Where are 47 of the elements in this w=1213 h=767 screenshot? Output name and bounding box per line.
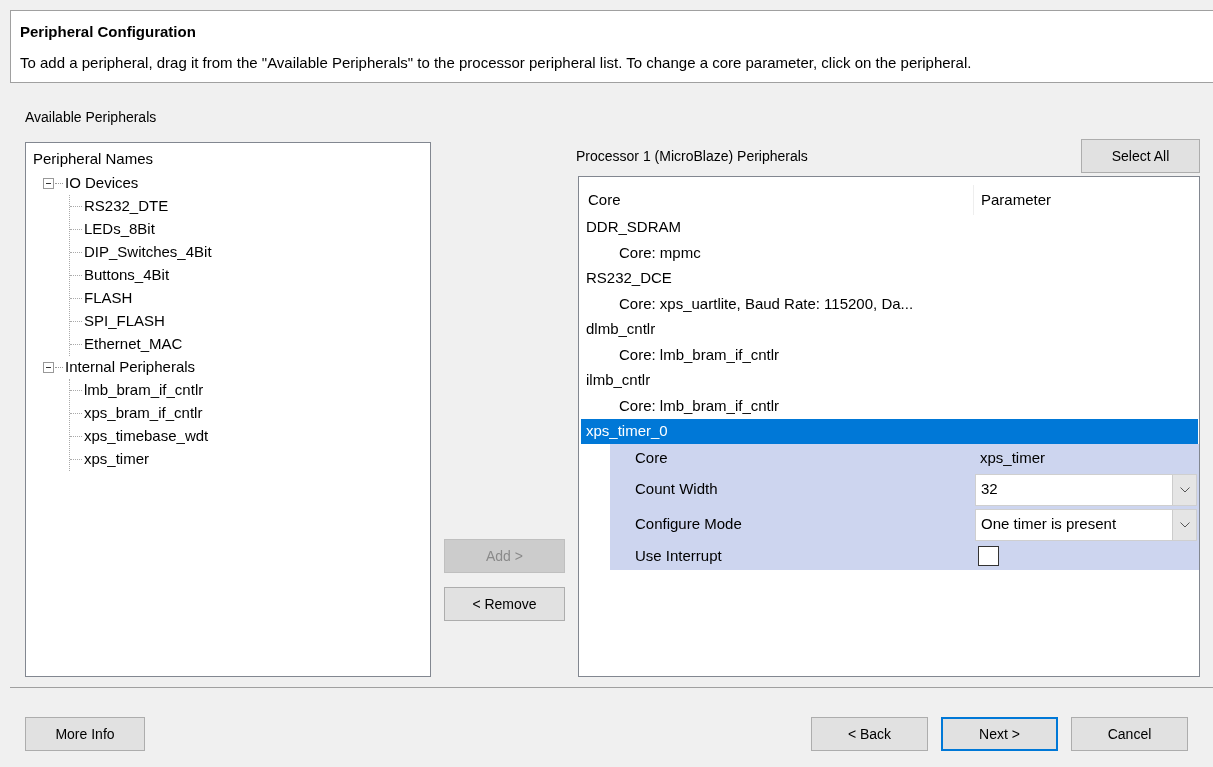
tree-item[interactable]: LEDs_8Bit (84, 218, 155, 241)
parameter-label: Core (634, 447, 669, 468)
dropdown[interactable]: One timer is present (975, 508, 1197, 541)
tree-item[interactable]: RS232_DTE (84, 195, 169, 218)
parameter-label: Use Interrupt (634, 545, 723, 566)
instructions-text: To add a peripheral, drag it from the "Available Peripherals" to the processor peripheral list. To change a core parameter, click on the peripheral. (20, 52, 973, 73)
dropdown[interactable]: 32 (975, 473, 1197, 506)
tree-item[interactable]: SPI_FLASH (84, 310, 165, 333)
remove-button[interactable]: < Remove (444, 587, 565, 621)
tree-item[interactable]: xps_timer (84, 448, 150, 471)
checkbox[interactable] (978, 546, 999, 566)
parameter-label: Configure Mode (634, 514, 743, 535)
page-title: Peripheral Configuration (20, 22, 197, 42)
peripheral-row[interactable]: xps_timer_0 (581, 419, 1198, 444)
peripheral-row[interactable]: DDR_SDRAM (581, 215, 1198, 240)
column-header[interactable]: Core (579, 185, 974, 215)
tree-item[interactable]: Internal Peripherals (65, 356, 196, 379)
peripheral-row[interactable]: ilmb_cntlr (581, 368, 1198, 393)
core-detail: Core: mpmc (618, 242, 702, 263)
tree-item[interactable]: lmb_bram_if_cntlr (84, 379, 204, 402)
wizard-button[interactable]: < Back (811, 717, 928, 751)
wizard-button[interactable]: Next > (941, 717, 1058, 751)
parameter-value: xps_timer (979, 447, 1046, 468)
tree-item[interactable]: IO Devices (65, 172, 139, 195)
chevron-down-icon (1179, 486, 1190, 493)
more-info-button[interactable]: More Info (25, 717, 145, 751)
tree-item[interactable]: Buttons_4Bit (84, 264, 170, 287)
collapse-icon[interactable] (43, 362, 54, 373)
peripheral-row[interactable]: dlmb_cntlr (581, 317, 1198, 342)
select-all-button[interactable]: Select All (1081, 139, 1200, 173)
core-detail: Core: lmb_bram_if_cntlr (618, 395, 781, 416)
collapse-icon[interactable] (43, 178, 54, 189)
column-header: Peripheral Names (33, 149, 155, 169)
tree-item[interactable]: xps_bram_if_cntlr (84, 402, 203, 425)
chevron-down-icon (1179, 521, 1190, 528)
tree-item[interactable]: Ethernet_MAC (84, 333, 183, 356)
core-detail: Core: lmb_bram_if_cntlr (618, 344, 781, 365)
section-label: Available Peripherals (25, 108, 158, 127)
panel-label: Processor 1 (MicroBlaze) Peripherals (576, 146, 808, 166)
parameter-label: Count Width (634, 479, 719, 500)
peripheral-row[interactable]: RS232_DCE (581, 266, 1198, 291)
tree-item[interactable]: DIP_Switches_4Bit (84, 241, 212, 264)
core-detail: Core: xps_uartlite, Baud Rate: 115200, Da... (618, 293, 915, 314)
wizard-button[interactable]: Cancel (1071, 717, 1188, 751)
tree-item[interactable]: FLASH (84, 287, 133, 310)
tree-item[interactable]: xps_timebase_wdt (84, 425, 209, 448)
column-header[interactable]: Parameter (974, 188, 1052, 212)
